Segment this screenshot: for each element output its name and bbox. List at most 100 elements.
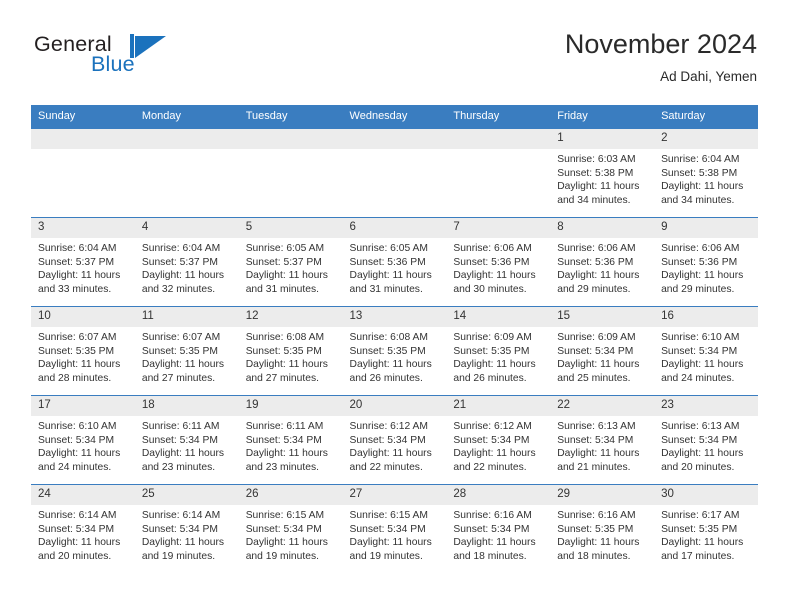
calendar-day-cell[interactable]: 5 Sunrise: 6:05 AM Sunset: 5:37 PM Daylight… (238, 217, 343, 307)
day-number (446, 129, 551, 149)
day-details: Sunrise: 6:04 AM Sunset: 5:37 PM Daylight:… (135, 238, 239, 296)
day-number (31, 129, 135, 149)
day-number: 10 (31, 307, 135, 327)
daylight-text: Daylight: 11 hours and 20 minutes. (661, 448, 744, 473)
sunrise-text: Sunrise: 6:13 AM (557, 421, 636, 432)
day-details: Sunrise: 6:16 AM Sunset: 5:34 PM Daylight:… (446, 505, 550, 563)
daylight-text: Daylight: 11 hours and 22 minutes. (453, 448, 536, 473)
daylight-text: Daylight: 11 hours and 30 minutes. (453, 270, 536, 295)
sunset-text: Sunset: 5:38 PM (661, 167, 738, 179)
sunrise-text: Sunrise: 6:12 AM (349, 421, 428, 432)
calendar-day-cell[interactable]: 30 Sunrise: 6:17 AM Sunset: 5:35 PM Dayligh… (654, 484, 758, 573)
calendar-day-cell[interactable]: 13 Sunrise: 6:08 AM Sunset: 5:35 PM Dayligh… (342, 306, 447, 396)
day-details: Sunrise: 6:07 AM Sunset: 5:35 PM Daylight:… (31, 327, 135, 385)
day-details: Sunrise: 6:12 AM Sunset: 5:34 PM Daylight:… (446, 416, 550, 474)
calendar-day-cell[interactable]: 14 Sunrise: 6:09 AM Sunset: 5:35 PM Dayligh… (446, 306, 551, 396)
sunset-text: Sunset: 5:36 PM (661, 256, 738, 268)
calendar-day-cell[interactable]: 3 Sunrise: 6:04 AM Sunset: 5:37 PM Daylight… (31, 217, 135, 307)
daylight-text: Daylight: 11 hours and 23 minutes. (141, 448, 225, 473)
sunset-text: Sunset: 5:37 PM (141, 256, 218, 268)
day-number: 6 (342, 218, 447, 238)
calendar-week-row: 10 Sunrise: 6:07 AM Sunset: 5:35 PM Dayligh… (31, 306, 758, 396)
sunrise-text: Sunrise: 6:12 AM (453, 421, 532, 432)
daylight-text: Daylight: 11 hours and 19 minutes. (141, 537, 225, 562)
sunset-text: Sunset: 5:35 PM (557, 523, 634, 535)
sunset-text: Sunset: 5:35 PM (453, 345, 530, 357)
calendar-day-cell[interactable]: 25 Sunrise: 6:14 AM Sunset: 5:34 PM Dayligh… (134, 484, 239, 573)
calendar-day-cell[interactable]: 4 Sunrise: 6:04 AM Sunset: 5:37 PM Daylight… (134, 217, 239, 307)
daylight-text: Daylight: 11 hours and 18 minutes. (557, 537, 640, 562)
calendar-day-cell[interactable]: 9 Sunrise: 6:06 AM Sunset: 5:36 PM Daylight… (654, 217, 758, 307)
calendar-day-cell[interactable]: 8 Sunrise: 6:06 AM Sunset: 5:36 PM Daylight… (550, 217, 655, 307)
day-number: 28 (446, 485, 551, 505)
calendar-day-cell[interactable]: 29 Sunrise: 6:16 AM Sunset: 5:35 PM Dayligh… (550, 484, 655, 573)
day-details: Sunrise: 6:13 AM Sunset: 5:34 PM Daylight:… (654, 416, 758, 474)
day-number: 27 (342, 485, 447, 505)
brand-logo[interactable]: General Blue (34, 32, 254, 92)
sunrise-text: Sunrise: 6:16 AM (557, 510, 636, 521)
sunset-text: Sunset: 5:34 PM (38, 523, 115, 535)
calendar-day-cell[interactable]: 19 Sunrise: 6:11 AM Sunset: 5:34 PM Dayligh… (238, 395, 343, 485)
daylight-text: Daylight: 11 hours and 29 minutes. (661, 270, 744, 295)
daylight-text: Daylight: 11 hours and 34 minutes. (661, 181, 744, 206)
sunset-text: Sunset: 5:36 PM (349, 256, 426, 268)
day-number: 5 (238, 218, 343, 238)
daylight-text: Daylight: 11 hours and 31 minutes. (245, 270, 328, 295)
day-number (238, 129, 343, 149)
calendar-day-cell[interactable]: 22 Sunrise: 6:13 AM Sunset: 5:34 PM Dayligh… (550, 395, 655, 485)
day-number: 2 (654, 129, 758, 149)
sunrise-text: Sunrise: 6:04 AM (141, 243, 221, 254)
sunrise-text: Sunrise: 6:08 AM (245, 332, 325, 343)
sunset-text: Sunset: 5:35 PM (245, 345, 322, 357)
calendar-day-cell[interactable]: 26 Sunrise: 6:15 AM Sunset: 5:34 PM Dayligh… (238, 484, 343, 573)
sunset-text: Sunset: 5:34 PM (349, 523, 426, 535)
calendar-day-cell[interactable]: 24 Sunrise: 6:14 AM Sunset: 5:34 PM Dayligh… (31, 484, 135, 573)
title-block: November 2024 Ad Dahi, Yemen (565, 28, 757, 87)
calendar-day-cell[interactable]: 23 Sunrise: 6:13 AM Sunset: 5:34 PM Dayligh… (654, 395, 758, 485)
day-number: 12 (238, 307, 343, 327)
calendar-day-cell[interactable]: 20 Sunrise: 6:12 AM Sunset: 5:34 PM Dayligh… (342, 395, 447, 485)
day-details: Sunrise: 6:07 AM Sunset: 5:35 PM Daylight:… (135, 327, 239, 385)
calendar-day-cell[interactable]: 27 Sunrise: 6:15 AM Sunset: 5:34 PM Dayligh… (342, 484, 447, 573)
calendar-day-cell[interactable]: 18 Sunrise: 6:11 AM Sunset: 5:34 PM Dayligh… (134, 395, 239, 485)
daylight-text: Daylight: 11 hours and 25 minutes. (557, 359, 640, 384)
sunrise-text: Sunrise: 6:08 AM (349, 332, 428, 343)
weekday-header-tuesday: Tuesday (238, 105, 343, 129)
day-details: Sunrise: 6:15 AM Sunset: 5:34 PM Daylight:… (239, 505, 343, 563)
sunset-text: Sunset: 5:34 PM (141, 523, 218, 535)
daylight-text: Daylight: 11 hours and 18 minutes. (453, 537, 536, 562)
calendar-day-cell[interactable]: 11 Sunrise: 6:07 AM Sunset: 5:35 PM Dayligh… (134, 306, 239, 396)
sunrise-text: Sunrise: 6:14 AM (38, 510, 117, 521)
sunrise-text: Sunrise: 6:15 AM (349, 510, 428, 521)
calendar-day-cell[interactable]: 17 Sunrise: 6:10 AM Sunset: 5:34 PM Dayligh… (31, 395, 135, 485)
day-number: 20 (342, 396, 447, 416)
page-title: November 2024 (564, 29, 757, 59)
weekday-header-row: Sunday Monday Tuesday Wednesday Thursday… (31, 105, 758, 129)
calendar-week-row: 1 Sunrise: 6:03 AM Sunset: 5:38 PM Daylight… (31, 128, 758, 218)
calendar-day-cell[interactable]: 16 Sunrise: 6:10 AM Sunset: 5:34 PM Dayligh… (654, 306, 758, 396)
calendar-day-cell[interactable]: 2 Sunrise: 6:04 AM Sunset: 5:38 PM Daylight… (654, 128, 758, 218)
calendar-day-cell[interactable]: 7 Sunrise: 6:06 AM Sunset: 5:36 PM Daylight… (446, 217, 551, 307)
daylight-text: Daylight: 11 hours and 34 minutes. (557, 181, 640, 206)
day-number: 9 (654, 218, 758, 238)
calendar-day-cell[interactable]: 10 Sunrise: 6:07 AM Sunset: 5:35 PM Dayligh… (31, 306, 135, 396)
day-number (134, 129, 239, 149)
day-number: 19 (238, 396, 343, 416)
sunrise-text: Sunrise: 6:14 AM (141, 510, 221, 521)
calendar-day-cell[interactable]: 15 Sunrise: 6:09 AM Sunset: 5:34 PM Dayligh… (550, 306, 655, 396)
day-number: 13 (342, 307, 447, 327)
calendar-day-cell[interactable]: 21 Sunrise: 6:12 AM Sunset: 5:34 PM Dayligh… (446, 395, 551, 485)
sunrise-text: Sunrise: 6:03 AM (557, 154, 636, 165)
daylight-text: Daylight: 11 hours and 29 minutes. (557, 270, 640, 295)
calendar-day-cell[interactable]: 6 Sunrise: 6:05 AM Sunset: 5:36 PM Daylight… (342, 217, 447, 307)
sunset-text: Sunset: 5:36 PM (557, 256, 634, 268)
daylight-text: Daylight: 11 hours and 28 minutes. (38, 359, 121, 384)
calendar-day-cell[interactable]: 1 Sunrise: 6:03 AM Sunset: 5:38 PM Daylight… (550, 128, 655, 218)
sunset-text: Sunset: 5:38 PM (557, 167, 634, 179)
sunrise-text: Sunrise: 6:10 AM (661, 332, 740, 343)
calendar-day-cell[interactable]: 12 Sunrise: 6:08 AM Sunset: 5:35 PM Dayligh… (238, 306, 343, 396)
daylight-text: Daylight: 11 hours and 19 minutes. (245, 537, 328, 562)
sunset-text: Sunset: 5:34 PM (453, 434, 530, 446)
weekday-header-wednesday: Wednesday (342, 105, 447, 129)
calendar-day-cell[interactable]: 28 Sunrise: 6:16 AM Sunset: 5:34 PM Dayligh… (446, 484, 551, 573)
